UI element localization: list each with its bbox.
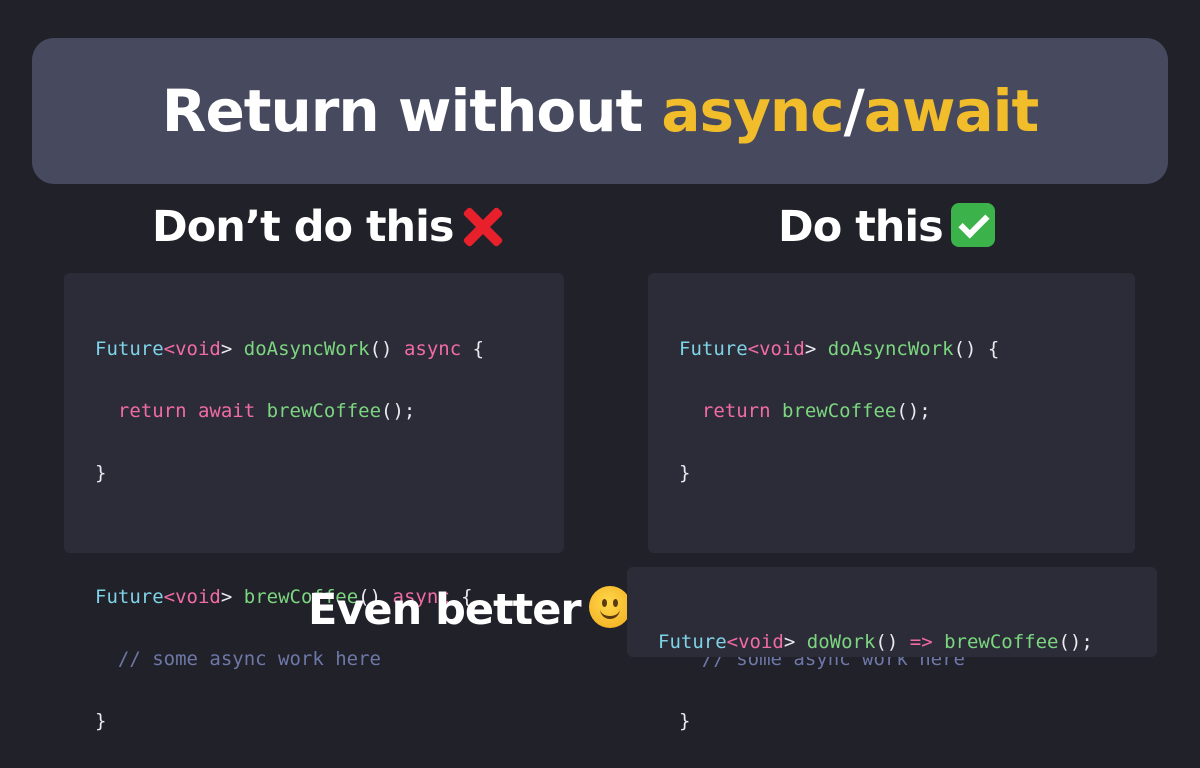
title-highlight-async: async [661,77,844,145]
code-line: } [679,462,691,484]
dont-heading: Don’t do this [152,202,504,252]
code-line: return brewCoffee(); [701,400,931,422]
title-banner: Return without async/await [32,38,1168,184]
code-line: } [679,710,691,732]
code-line: Future<void> doAsyncWork() async { [95,338,485,360]
title-prefix: Return without [161,77,662,145]
dont-heading-text: Don’t do this [152,202,455,252]
do-heading: Do this [778,202,995,252]
title-highlight-await: await [863,77,1039,145]
check-mark-icon [950,203,995,247]
better-heading-text: Even better [308,585,582,635]
code-comment: // some async work here [95,648,381,670]
code-line: return await brewCoffee(); [117,400,416,422]
dont-code-block: Future<void> doAsyncWork() async { retur… [64,273,564,732]
page-title: Return without async/await [161,77,1039,145]
smiling-face-icon [588,586,631,628]
do-code-block: Future<void> doAsyncWork() { return brew… [648,273,1135,732]
cross-mark-icon [460,203,504,247]
code-line: } [95,710,107,732]
code-line: } [95,462,107,484]
code-line: Future<void> doAsyncWork() { [679,338,1000,360]
do-heading-text: Do this [778,202,944,252]
better-code-block: Future<void> doWork() => brewCoffee(); [627,567,1157,657]
better-heading: Even better [308,585,631,635]
code-line: Future<void> doWork() => brewCoffee(); [658,631,1093,653]
title-slash: / [843,77,865,145]
